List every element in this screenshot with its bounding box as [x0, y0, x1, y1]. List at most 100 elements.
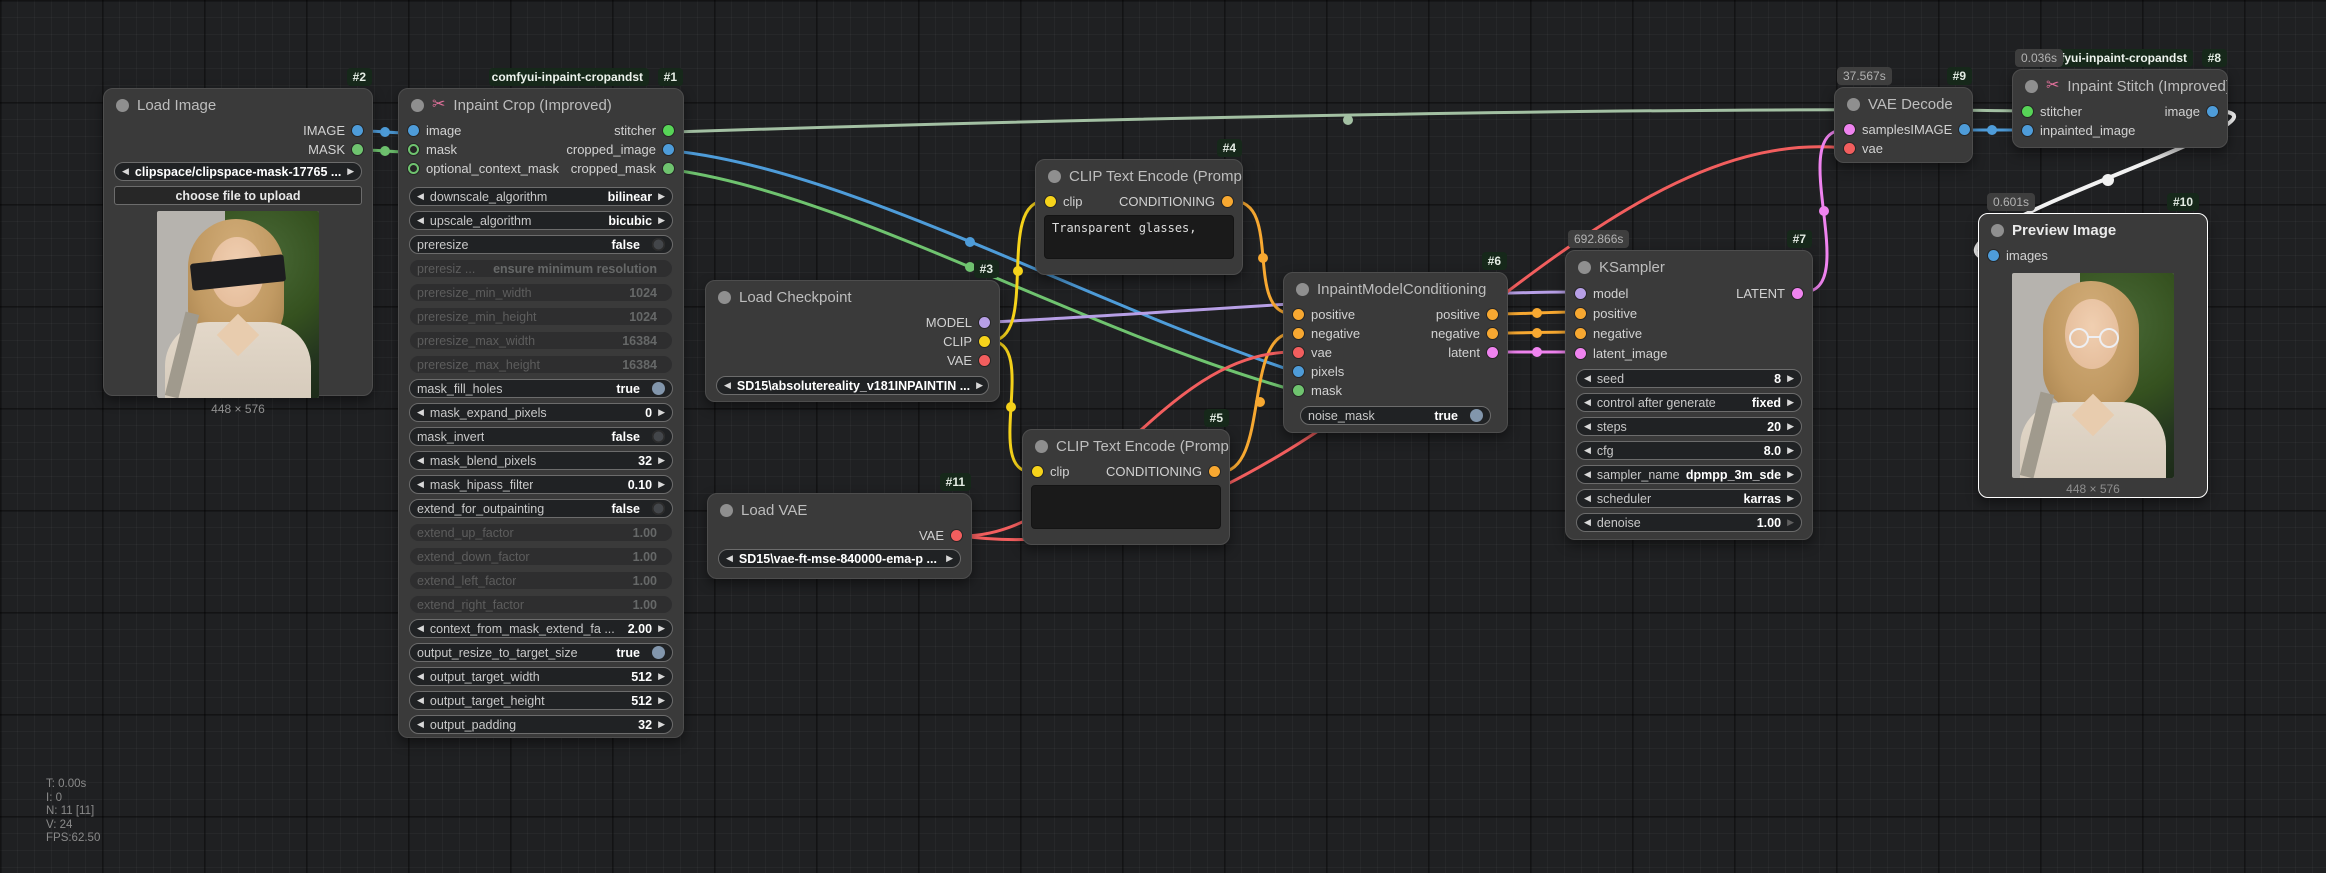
decrement-arrow-icon[interactable]: ◀	[726, 553, 733, 564]
increment-arrow-icon[interactable]: ▶	[658, 455, 665, 466]
increment-arrow-icon[interactable]: ▶	[658, 719, 665, 730]
decrement-arrow-icon[interactable]: ◀	[417, 719, 424, 730]
number-widget-cfg[interactable]: ◀cfg8.0▶	[1576, 441, 1802, 460]
toggle-widget-extend_for_outpainting[interactable]: extend_for_outpaintingfalse	[409, 499, 673, 518]
slot-dot-conditioning[interactable]	[1487, 309, 1498, 320]
toggle-knob[interactable]	[652, 238, 665, 251]
combo-widget-upscale_algorithm[interactable]: ◀upscale_algorithmbicubic▶	[409, 211, 673, 230]
slot-dot-image[interactable]	[1959, 124, 1970, 135]
output-slot-VAE[interactable]: VAE	[919, 528, 962, 543]
slot-dot-model[interactable]	[979, 317, 990, 328]
increment-arrow-icon[interactable]: ▶	[1787, 373, 1794, 384]
link-dot[interactable]	[1006, 402, 1016, 412]
slot-dot-latent[interactable]	[1487, 347, 1498, 358]
combo-widget-sampler_name[interactable]: ◀sampler_namedpmpp_3m_sde▶	[1576, 465, 1802, 484]
slot-dot-vae[interactable]	[1844, 143, 1855, 154]
combo-widget-control after generate[interactable]: ◀control after generatefixed▶	[1576, 393, 1802, 412]
slot-dot-image[interactable]	[2207, 106, 2218, 117]
increment-arrow-icon[interactable]: ▶	[658, 479, 665, 490]
node-preview-image[interactable]: 0.601s #10 Preview Image images 448 × 57…	[1978, 213, 2208, 498]
increment-arrow-icon[interactable]: ▶	[1787, 421, 1794, 432]
link-dot[interactable]	[1532, 308, 1542, 318]
increment-arrow-icon[interactable]: ▶	[1787, 445, 1794, 456]
output-slot-MODEL[interactable]: MODEL	[926, 315, 990, 330]
input-slot-pixels[interactable]: pixels	[1293, 364, 1344, 379]
number-widget-mask_hipass_filter[interactable]: ◀mask_hipass_filter0.10▶	[409, 475, 673, 494]
slot-dot-conditioning[interactable]	[1209, 466, 1220, 477]
decrement-arrow-icon[interactable]: ◀	[417, 479, 424, 490]
increment-arrow-icon[interactable]: ▶	[976, 380, 983, 391]
link-dot[interactable]	[1013, 266, 1023, 276]
output-slot-IMAGE[interactable]: IMAGE	[1910, 122, 1970, 137]
node-inpaint-crop[interactable]: comfyui-inpaint-cropandst #1 ✂Inpaint Cr…	[398, 88, 684, 738]
slot-dot-image[interactable]	[408, 125, 419, 136]
file-widget-0[interactable]: ◀clipspace/clipspace-mask-17765 ...▶	[114, 162, 362, 181]
output-slot-latent[interactable]: latent	[1448, 345, 1498, 360]
number-widget-output_target_height[interactable]: ◀output_target_height512▶	[409, 691, 673, 710]
input-slot-positive[interactable]: positive	[1293, 307, 1355, 322]
slot-dot-vae[interactable]	[1293, 347, 1304, 358]
node-graph-canvas[interactable]: #2 Load Image IMAGEMASK ◀clipspace/clips…	[0, 0, 2326, 873]
number-widget-denoise[interactable]: ◀denoise1.00▶	[1576, 513, 1802, 532]
output-slot-CONDITIONING[interactable]: CONDITIONING	[1119, 194, 1233, 209]
decrement-arrow-icon[interactable]: ◀	[724, 380, 731, 391]
number-widget-output_target_width[interactable]: ◀output_target_width512▶	[409, 667, 673, 686]
increment-arrow-icon[interactable]: ▶	[1787, 397, 1794, 408]
toggle-widget-noise_mask[interactable]: noise_masktrue	[1300, 406, 1491, 425]
output-slot-positive[interactable]: positive	[1436, 307, 1498, 322]
link-dot[interactable]	[1987, 125, 1997, 135]
slot-dot-clip[interactable]	[1032, 466, 1043, 477]
number-widget-context_from_mask_extend_fa ...[interactable]: ◀context_from_mask_extend_fa ...2.00▶	[409, 619, 673, 638]
toggle-knob[interactable]	[652, 646, 665, 659]
output-slot-image[interactable]: image	[2165, 104, 2218, 119]
slot-dot-image[interactable]	[352, 125, 363, 136]
output-slot-IMAGE[interactable]: IMAGE	[303, 123, 363, 138]
node-load-image[interactable]: #2 Load Image IMAGEMASK ◀clipspace/clips…	[103, 88, 373, 396]
slot-dot-mask[interactable]	[352, 144, 363, 155]
slot-dot-conditioning[interactable]	[1575, 328, 1586, 339]
toggle-knob[interactable]	[652, 502, 665, 515]
node-inpaint-stitch[interactable]: comfyui-inpaint-cropandst 0.036s #8 ✂Inp…	[2012, 69, 2228, 148]
output-slot-CLIP[interactable]: CLIP	[943, 334, 990, 349]
slot-dot-latent[interactable]	[1575, 348, 1586, 359]
toggle-widget-mask_invert[interactable]: mask_invertfalse	[409, 427, 673, 446]
slot-dot-image[interactable]	[2022, 125, 2033, 136]
output-slot-MASK[interactable]: MASK	[308, 142, 363, 157]
combo-widget-scheduler[interactable]: ◀schedulerkarras▶	[1576, 489, 1802, 508]
number-widget-output_padding[interactable]: ◀output_padding32▶	[409, 715, 673, 734]
input-slot-latent_image[interactable]: latent_image	[1575, 346, 1667, 361]
node-ksampler[interactable]: 692.866s #7 KSampler modelLATENTpositive…	[1565, 250, 1813, 540]
input-slot-stitcher[interactable]: stitcher	[2022, 104, 2082, 119]
decrement-arrow-icon[interactable]: ◀	[417, 671, 424, 682]
output-slot-LATENT[interactable]: LATENT	[1736, 286, 1803, 301]
increment-arrow-icon[interactable]: ▶	[658, 695, 665, 706]
slot-dot-vae[interactable]	[951, 530, 962, 541]
slot-dot-conditioning[interactable]	[1222, 196, 1233, 207]
increment-arrow-icon[interactable]: ▶	[1787, 493, 1794, 504]
link-dot[interactable]	[1819, 206, 1829, 216]
output-slot-VAE[interactable]: VAE	[947, 353, 990, 368]
input-slot-optional_context_mask[interactable]: optional_context_mask	[408, 161, 559, 176]
output-slot-cropped_mask[interactable]: cropped_mask	[571, 161, 674, 176]
decrement-arrow-icon[interactable]: ◀	[417, 407, 424, 418]
input-slot-vae[interactable]: vae	[1844, 141, 1883, 156]
decrement-arrow-icon[interactable]: ◀	[1584, 421, 1591, 432]
slot-dot-latent[interactable]	[1844, 124, 1855, 135]
increment-arrow-icon[interactable]: ▶	[347, 166, 354, 177]
decrement-arrow-icon[interactable]: ◀	[1584, 445, 1591, 456]
input-slot-images[interactable]: images	[1988, 248, 2048, 263]
combo-widget-downscale_algorithm[interactable]: ◀downscale_algorithmbilinear▶	[409, 187, 673, 206]
input-slot-image[interactable]: image	[408, 123, 461, 138]
slot-dot-image[interactable]	[1988, 250, 1999, 261]
slot-dot-mask[interactable]	[1293, 385, 1304, 396]
input-slot-inpainted_image[interactable]: inpainted_image	[2022, 123, 2135, 138]
slot-dot-clip[interactable]	[979, 336, 990, 347]
slot-dot-vae[interactable]	[979, 355, 990, 366]
decrement-arrow-icon[interactable]: ◀	[417, 623, 424, 634]
input-slot-model[interactable]: model	[1575, 286, 1628, 301]
node-load-vae[interactable]: #11 Load VAE VAE ◀SD15\vae-ft-mse-840000…	[707, 493, 972, 579]
toggle-knob[interactable]	[652, 430, 665, 443]
input-slot-mask[interactable]: mask	[1293, 383, 1342, 398]
prompt-textarea[interactable]	[1031, 485, 1221, 529]
toggle-knob[interactable]	[1470, 409, 1483, 422]
